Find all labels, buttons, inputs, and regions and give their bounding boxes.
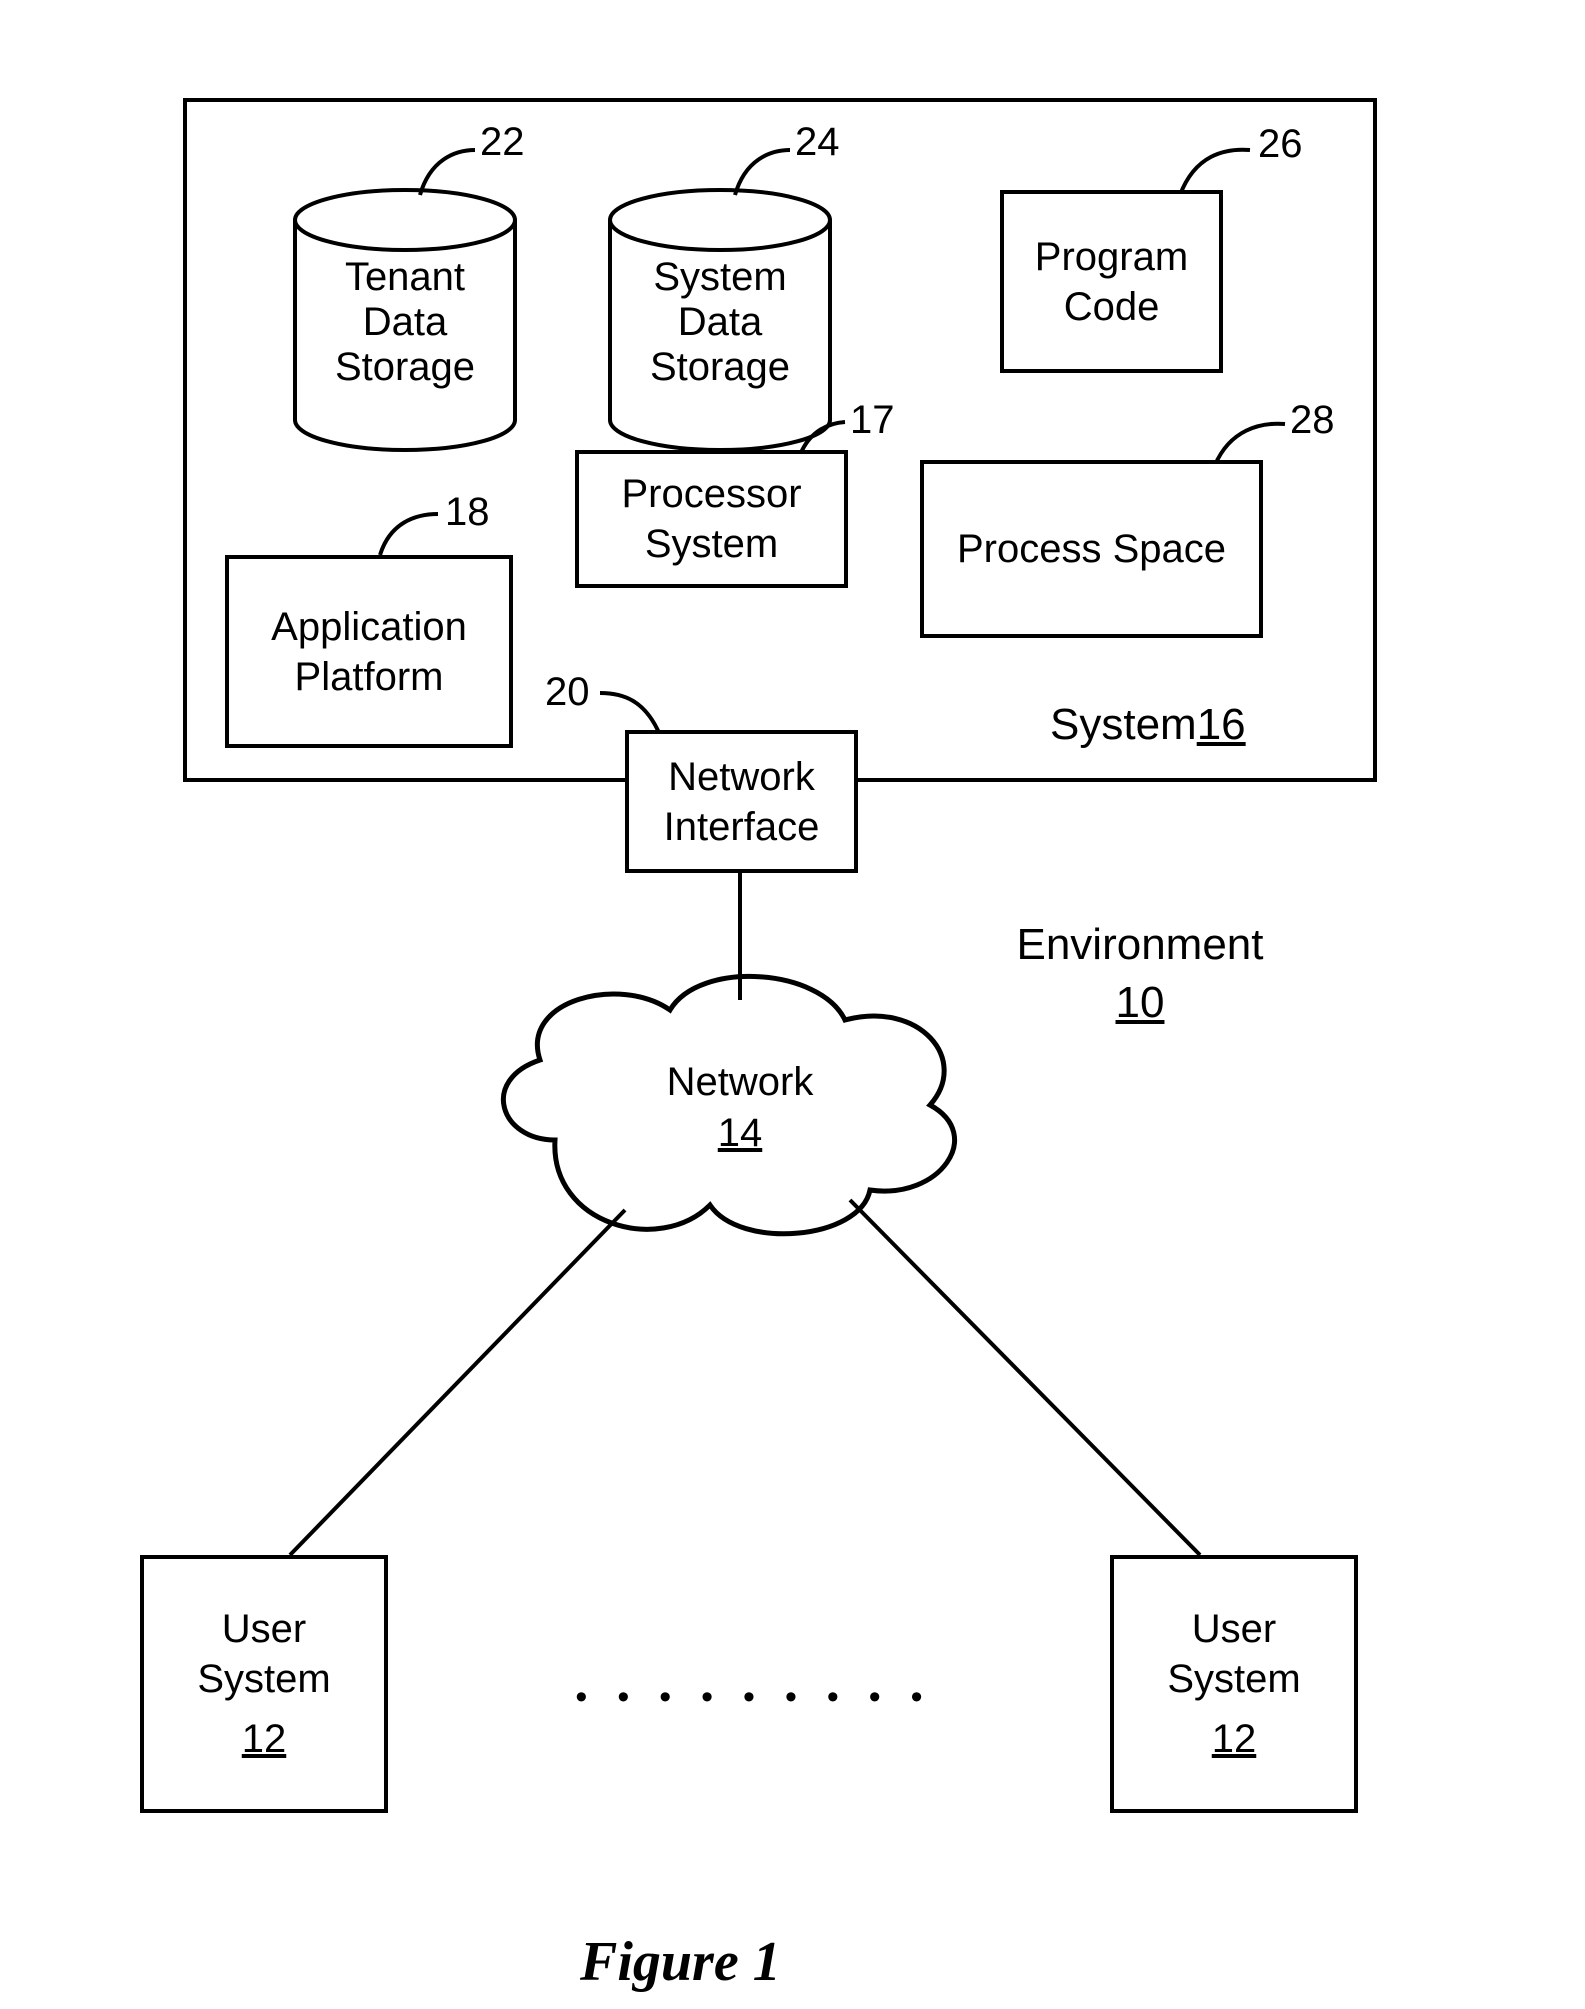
environment-ref: 10 [990,978,1290,1028]
program-code-l2: Code [1064,282,1160,332]
system-storage-l2: Data [610,300,830,345]
network-label: Network 14 [630,1060,850,1156]
system-storage-l1: System [610,255,830,300]
system-prefix: System [1050,700,1197,749]
user-system-left-ref: 12 [242,1714,287,1764]
ref-program-code: 26 [1258,122,1303,167]
tenant-storage-label: Tenant Data Storage [295,255,515,390]
net-interface-l1: Network [668,752,815,802]
ref-processor: 17 [850,398,895,443]
figure-label: Figure 1 [580,1930,781,1994]
tenant-storage-l1: Tenant [295,255,515,300]
app-platform-l1: Application [271,602,467,652]
tenant-storage-l3: Storage [295,345,515,390]
network-interface-box: Network Interface [625,730,858,873]
processor-l2: System [645,519,778,569]
environment-label: Environment 10 [990,920,1290,1028]
ref-process-space: 28 [1290,398,1335,443]
user-system-left-l2: System [197,1654,330,1704]
system-storage-label: System Data Storage [610,255,830,390]
user-system-right-l2: System [1167,1654,1300,1704]
user-system-left-box: User System 12 [140,1555,388,1813]
app-platform-l2: Platform [295,652,444,702]
system-label: System16 [1050,700,1246,750]
network-ref: 14 [630,1111,850,1156]
tenant-storage-l2: Data [295,300,515,345]
ref-app-platform: 18 [445,490,490,535]
user-system-right-l1: User [1192,1604,1276,1654]
environment-text: Environment [990,920,1290,970]
process-space-box: Process Space [920,460,1263,638]
system-ref: 16 [1197,700,1246,749]
program-code-l1: Program [1035,232,1188,282]
ref-net-interface: 20 [545,670,590,715]
user-system-right-box: User System 12 [1110,1555,1358,1813]
program-code-box: Program Code [1000,190,1223,373]
processor-l1: Processor [621,469,801,519]
net-interface-l2: Interface [664,802,820,852]
user-system-left-l1: User [222,1604,306,1654]
ref-tenant-storage: 22 [480,120,525,165]
processor-box: Processor System [575,450,848,588]
ellipsis-dots: ••••••••• [460,1678,1040,1717]
user-system-right-ref: 12 [1212,1714,1257,1764]
system-storage-l3: Storage [610,345,830,390]
ref-system-storage: 24 [795,120,840,165]
process-space-l1: Process Space [957,524,1226,574]
network-text: Network [630,1060,850,1105]
app-platform-box: Application Platform [225,555,513,748]
